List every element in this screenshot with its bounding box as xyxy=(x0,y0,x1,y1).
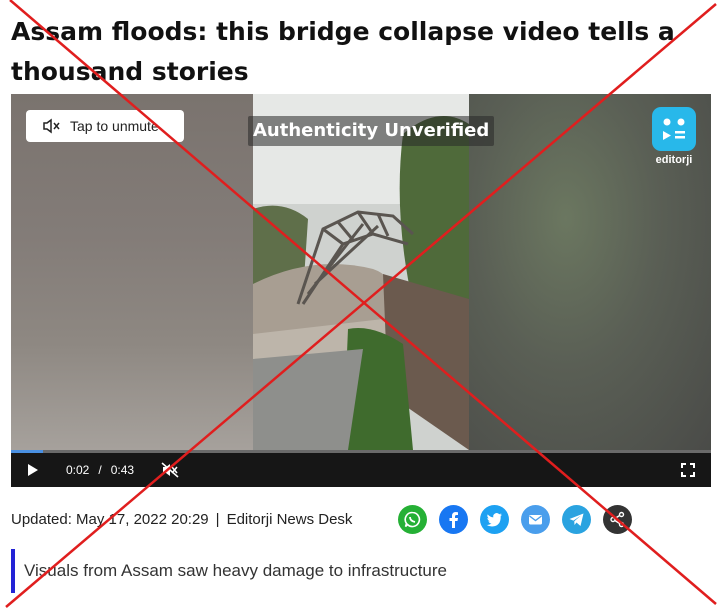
tap-to-unmute-button[interactable]: Tap to unmute xyxy=(26,110,184,142)
facebook-icon xyxy=(449,512,458,528)
duration: 0:43 xyxy=(110,463,135,477)
editorji-brand: editorji xyxy=(652,107,696,166)
telegram-share-button[interactable] xyxy=(562,505,591,534)
telegram-icon xyxy=(569,513,584,526)
fullscreen-button[interactable] xyxy=(681,453,695,487)
muted-volume-icon xyxy=(161,462,179,478)
share-button[interactable] xyxy=(603,505,632,534)
article-meta: Updated: May 17, 2022 20:29 | Editorji N… xyxy=(11,509,352,529)
bridge-collapse-frame xyxy=(253,94,469,450)
email-icon xyxy=(529,515,542,525)
video-controls: 0:02 / 0:43 xyxy=(11,453,711,487)
share-icon xyxy=(610,511,625,528)
source-name: Editorji News Desk xyxy=(226,510,353,528)
twitter-icon xyxy=(486,513,502,527)
meta-separator: | xyxy=(215,510,220,528)
facebook-share-button[interactable] xyxy=(439,505,468,534)
article-summary: Visuals from Assam saw heavy damage to i… xyxy=(11,549,447,593)
video-blur-left xyxy=(11,94,253,450)
summary-text: Visuals from Assam saw heavy damage to i… xyxy=(24,561,447,580)
editorji-logo-icon xyxy=(652,107,696,151)
authenticity-label: Authenticity Unverified xyxy=(248,116,495,146)
unmute-label: Tap to unmute xyxy=(70,118,159,134)
share-bar xyxy=(398,505,632,534)
brand-name: editorji xyxy=(655,154,693,166)
headline: Assam floods: this bridge collapse video… xyxy=(11,17,675,86)
fullscreen-icon xyxy=(681,463,695,477)
updated-timestamp: Updated: May 17, 2022 20:29 xyxy=(11,510,209,528)
video-player[interactable]: Tap to unmute Authenticity Unverified ed… xyxy=(11,94,711,487)
whatsapp-icon xyxy=(404,511,421,528)
twitter-share-button[interactable] xyxy=(480,505,509,534)
current-time: 0:02 xyxy=(66,463,90,477)
muted-speaker-icon xyxy=(43,118,60,134)
email-share-button[interactable] xyxy=(521,505,550,534)
play-icon xyxy=(28,464,38,476)
play-button[interactable] xyxy=(27,453,39,487)
video-frame[interactable] xyxy=(253,94,469,450)
time-display: 0:02 / 0:43 xyxy=(66,453,134,487)
time-separator: / xyxy=(98,463,102,477)
whatsapp-share-button[interactable] xyxy=(398,505,427,534)
mute-toggle-button[interactable] xyxy=(161,453,179,487)
